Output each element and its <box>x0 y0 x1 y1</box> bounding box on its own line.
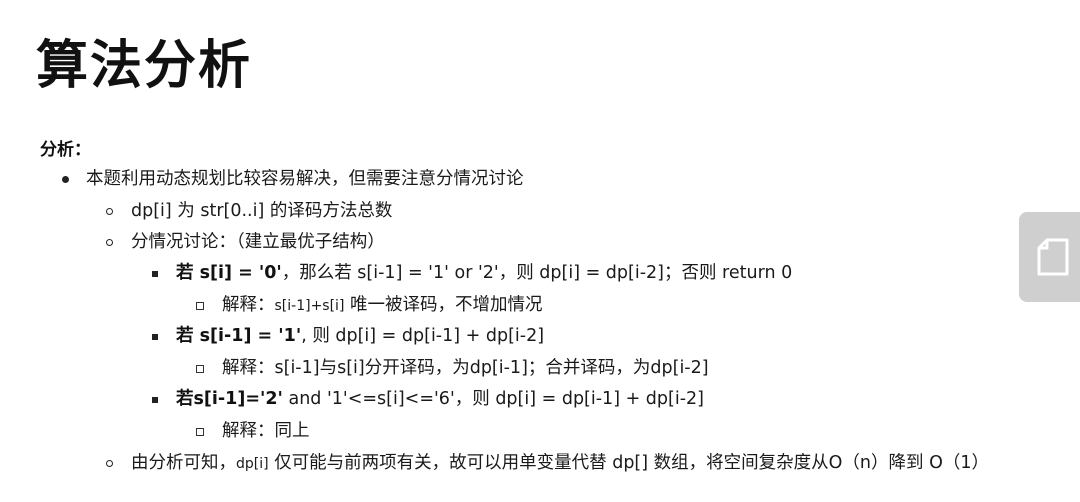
case-condition: s[i-1] = '1' <box>199 326 302 346</box>
list-item-7: 解释：s[i-1]与s[i]分开译码，为dp[i-1]；合并译码，为dp[i-2… <box>222 358 709 378</box>
list-item-4: 若 s[i] = '0'，那么若 s[i-1] = '1' or '2'，则 d… <box>176 260 792 286</box>
case-condition: s[i] = '0' <box>199 263 282 283</box>
list-item-3: 分情况讨论：（建立最优子结构） <box>131 232 385 252</box>
list-item-10: 由分析可知，dp[i] 仅可能与前两项有关，故可以用单变量代替 dp[] 数组，… <box>131 450 989 477</box>
page-title: 算法分析 <box>36 36 253 96</box>
case-prefix: 若 <box>176 326 200 346</box>
list-item-8: 若s[i-1]='2' and '1'<=s[i]<='6'，则 dp[i] =… <box>176 386 704 412</box>
bullet-circle <box>106 208 113 215</box>
explain-expr: s[i-1]+s[i] <box>274 298 345 314</box>
case-text: , 则 dp[i] = dp[i-1] + dp[i-2] <box>301 326 545 346</box>
list-item-5: 解释：s[i-1]+s[i] 唯一被译码，不增加情况 <box>222 292 542 319</box>
bullet-circle <box>106 460 113 467</box>
list-item-2: dp[i] 为 str[0..i] 的译码方法总数 <box>131 201 393 221</box>
conclusion-prefix: 由分析可知， <box>131 453 236 473</box>
bullet-hollow-square <box>196 302 204 310</box>
case-text: and '1'<=s[i]<='6'，则 dp[i] = dp[i-1] + d… <box>282 389 704 409</box>
document-icon <box>1037 238 1069 276</box>
explain-prefix: 解释： <box>222 295 275 315</box>
case-condition: 若s[i-1]='2' <box>176 389 283 409</box>
bullet-square <box>152 397 158 403</box>
conclusion-expr: dp[i] <box>236 456 269 472</box>
list-item-6: 若 s[i-1] = '1', 则 dp[i] = dp[i-1] + dp[i… <box>176 323 544 349</box>
list-item-1: 本题利用动态规划比较容易解决，但需要注意分情况讨论 <box>86 169 524 189</box>
bullet-square <box>152 271 158 277</box>
bullet-disc <box>62 176 69 183</box>
side-document-tab[interactable] <box>1019 212 1080 302</box>
list-item-9: 解释：同上 <box>222 421 310 441</box>
case-text: ，那么若 s[i-1] = '1' or '2'，则 dp[i] = dp[i-… <box>281 263 793 283</box>
conclusion-text: 仅可能与前两项有关，故可以用单变量代替 dp[] 数组，将空间复杂度从O（n）降… <box>268 453 989 473</box>
explain-text: 唯一被译码，不增加情况 <box>344 295 543 315</box>
section-label: 分析： <box>40 140 91 160</box>
bullet-hollow-square <box>196 428 204 436</box>
case-prefix: 若 <box>176 263 200 283</box>
bullet-square <box>152 334 158 340</box>
bullet-circle <box>106 239 113 246</box>
bullet-hollow-square <box>196 365 204 373</box>
